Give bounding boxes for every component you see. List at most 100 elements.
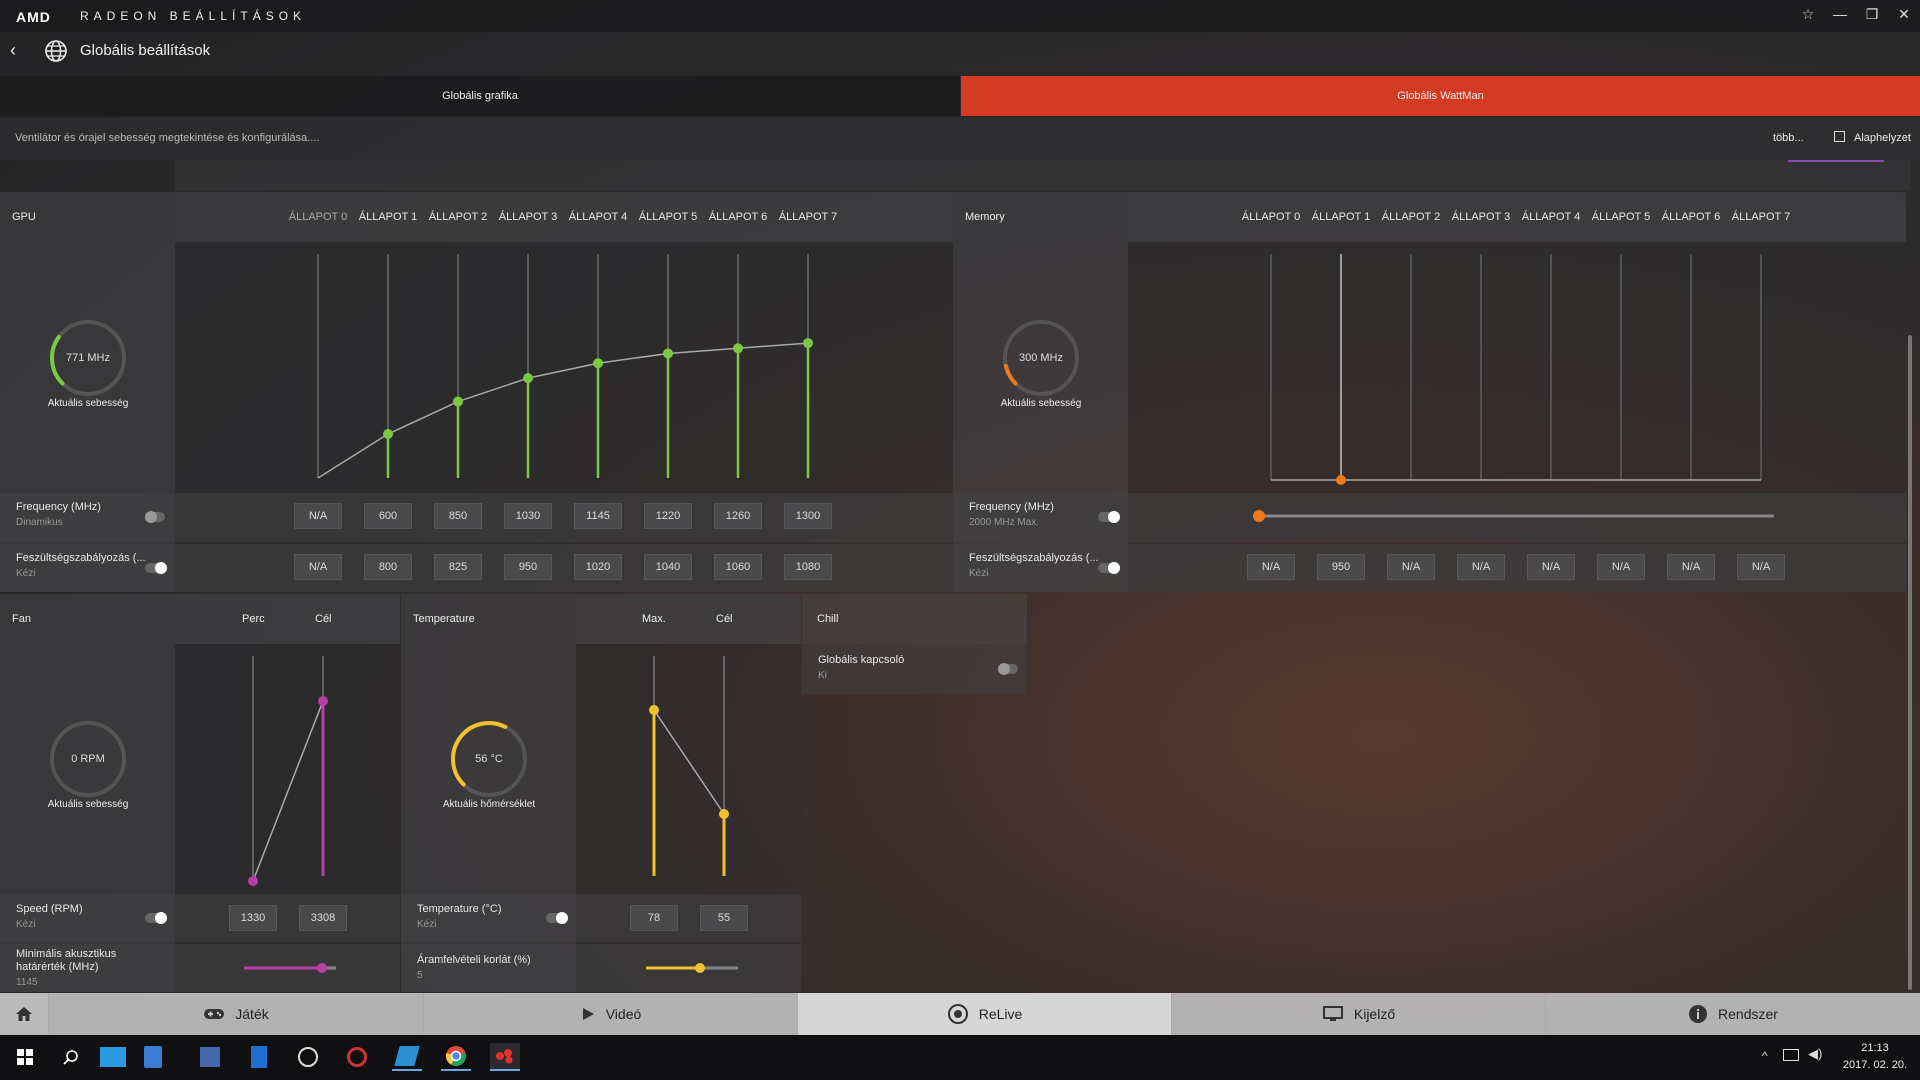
- memory-volt-toggle[interactable]: [1098, 562, 1120, 574]
- gpu-tool-icon[interactable]: [293, 1043, 323, 1071]
- memory-frequency-curve[interactable]: [1128, 242, 1906, 492]
- gpu-state-point[interactable]: [453, 396, 463, 407]
- info-icon: [1689, 1005, 1708, 1023]
- radeon-settings-icon[interactable]: [490, 1043, 520, 1071]
- fan-curve[interactable]: [175, 644, 400, 894]
- nav-relive[interactable]: ReLive: [797, 993, 1171, 1035]
- nav-gaming[interactable]: Játék: [48, 993, 423, 1035]
- state-label: ÁLLAPOT 7: [1731, 211, 1791, 223]
- memory-volt-state-input[interactable]: 950: [1317, 554, 1365, 580]
- gpu-freq-state-input[interactable]: 1260: [714, 503, 762, 529]
- back-arrow-icon[interactable]: ‹: [10, 40, 16, 61]
- gpu-volt-state-input[interactable]: 1040: [644, 554, 692, 580]
- memory-volt-state-input[interactable]: N/A: [1457, 554, 1505, 580]
- search-icon[interactable]: [56, 1043, 86, 1071]
- memory-volt-state-input[interactable]: N/A: [1387, 554, 1435, 580]
- favorite-star-icon[interactable]: ☆: [1793, 6, 1823, 26]
- gpu-volt-label: Feszültségszabályozás (... Kézi: [16, 552, 146, 579]
- network-icon[interactable]: [1783, 1049, 1799, 1061]
- fan-min-speed-input[interactable]: 1330: [229, 905, 277, 931]
- calculator-icon[interactable]: [244, 1043, 274, 1071]
- gpu-state-point[interactable]: [593, 358, 603, 369]
- chill-toggle-label: Globális kapcsoló Ki: [818, 654, 905, 681]
- memory-freq-toggle[interactable]: [1098, 511, 1120, 523]
- state-label: ÁLLAPOT 4: [568, 211, 628, 223]
- save-app-icon[interactable]: [195, 1043, 225, 1071]
- gpu-freq-state-input[interactable]: 850: [434, 503, 482, 529]
- gpu-freq-state-input[interactable]: 600: [364, 503, 412, 529]
- memory-volt-state-input[interactable]: N/A: [1667, 554, 1715, 580]
- gpu-frequency-curve[interactable]: [175, 242, 953, 492]
- memory-volt-state-input[interactable]: N/A: [1527, 554, 1575, 580]
- power-limit-label: Áramfelvételi korlát (%) 5: [417, 954, 531, 981]
- home-button[interactable]: [0, 993, 48, 1035]
- state-label: ÁLLAPOT 3: [498, 211, 558, 223]
- tray-chevron-icon[interactable]: ^: [1762, 1049, 1768, 1063]
- reset-button[interactable]: Alaphelyzet: [1854, 132, 1911, 144]
- gpu-volt-toggle[interactable]: [145, 562, 167, 574]
- restore-button[interactable]: ❐: [1857, 6, 1887, 26]
- state-label: ÁLLAPOT 5: [1591, 211, 1651, 223]
- temp-toggle[interactable]: [546, 912, 568, 924]
- temp-max-input[interactable]: 78: [630, 905, 678, 931]
- fan-target-speed-input[interactable]: 3308: [299, 905, 347, 931]
- chill-global-toggle[interactable]: [998, 663, 1018, 675]
- gpu-freq-toggle[interactable]: [145, 511, 165, 523]
- gpu-volt-state-input[interactable]: 800: [364, 554, 412, 580]
- gpu-state-point[interactable]: [803, 338, 813, 349]
- chrome-icon[interactable]: [441, 1043, 471, 1071]
- fan-speed-toggle[interactable]: [145, 912, 167, 924]
- nav-system[interactable]: Rendszer: [1545, 993, 1920, 1035]
- temp-target-point[interactable]: [719, 809, 729, 819]
- gpu-freq-state-input[interactable]: 1145: [574, 503, 622, 529]
- gpu-freq-state-input[interactable]: N/A: [294, 503, 342, 529]
- gpu-freq-state-input[interactable]: 1220: [644, 503, 692, 529]
- temp-max-point[interactable]: [649, 705, 659, 715]
- power-limit-slider[interactable]: [642, 961, 742, 975]
- temp-col-target: Cél: [716, 613, 733, 625]
- tab-global-graphics[interactable]: Globális grafika: [0, 76, 960, 116]
- recycle-bin-icon[interactable]: [138, 1043, 168, 1071]
- nav-video[interactable]: Videó: [423, 993, 797, 1035]
- reset-icon[interactable]: [1834, 131, 1845, 142]
- windows-start-icon[interactable]: [10, 1043, 40, 1071]
- volume-icon[interactable]: ◀): [1808, 1046, 1822, 1062]
- nav-display[interactable]: Kijelző: [1171, 993, 1545, 1035]
- gpu-state-point[interactable]: [523, 373, 533, 384]
- memory-volt-state-input[interactable]: N/A: [1247, 554, 1295, 580]
- gpu-volt-state-input[interactable]: 950: [504, 554, 552, 580]
- memory-volt-state-input[interactable]: N/A: [1597, 554, 1645, 580]
- more-link[interactable]: több...: [1773, 132, 1804, 144]
- fan-acoustic-slider[interactable]: [240, 961, 340, 975]
- gpu-speed-value: 771 MHz: [65, 352, 111, 364]
- gpu-freq-state-input[interactable]: 1300: [784, 503, 832, 529]
- gpu-state-point[interactable]: [733, 343, 743, 354]
- temp-col-header: [576, 594, 801, 644]
- memory-volt-state-input[interactable]: N/A: [1737, 554, 1785, 580]
- gpu-freq-state-input[interactable]: 1030: [504, 503, 552, 529]
- fan-min-point[interactable]: [248, 876, 258, 886]
- gpu-volt-state-input[interactable]: 1060: [714, 554, 762, 580]
- amd-app-icon[interactable]: [342, 1043, 372, 1071]
- minimize-button[interactable]: —: [1825, 6, 1855, 26]
- state-label: ÁLLAPOT 0: [1241, 211, 1301, 223]
- desktop-app-icon[interactable]: [98, 1043, 128, 1071]
- fan-target-point[interactable]: [318, 696, 328, 706]
- gpu-volt-state-input[interactable]: N/A: [294, 554, 342, 580]
- temp-target-input[interactable]: 55: [700, 905, 748, 931]
- temperature-curve[interactable]: [576, 644, 801, 894]
- gpu-state-point[interactable]: [383, 429, 393, 440]
- gpu-state-point[interactable]: [663, 348, 673, 359]
- gpu-volt-state-input[interactable]: 1020: [574, 554, 622, 580]
- memory-state-point[interactable]: [1336, 475, 1346, 485]
- taskbar-clock[interactable]: 21:13 2017. 02. 20.: [1840, 1040, 1910, 1074]
- gpu-volt-state-input[interactable]: 1080: [784, 554, 832, 580]
- nav-system-label: Rendszer: [1718, 1006, 1778, 1022]
- edit-app-icon[interactable]: [392, 1043, 422, 1071]
- tab-global-wattman[interactable]: Globális WattMan: [961, 76, 1920, 116]
- clock-time: 21:13: [1861, 1042, 1889, 1054]
- vertical-scrollbar[interactable]: [1908, 335, 1912, 990]
- memory-freq-slider[interactable]: [1250, 508, 1780, 524]
- gpu-volt-state-input[interactable]: 825: [434, 554, 482, 580]
- close-button[interactable]: ✕: [1889, 6, 1919, 26]
